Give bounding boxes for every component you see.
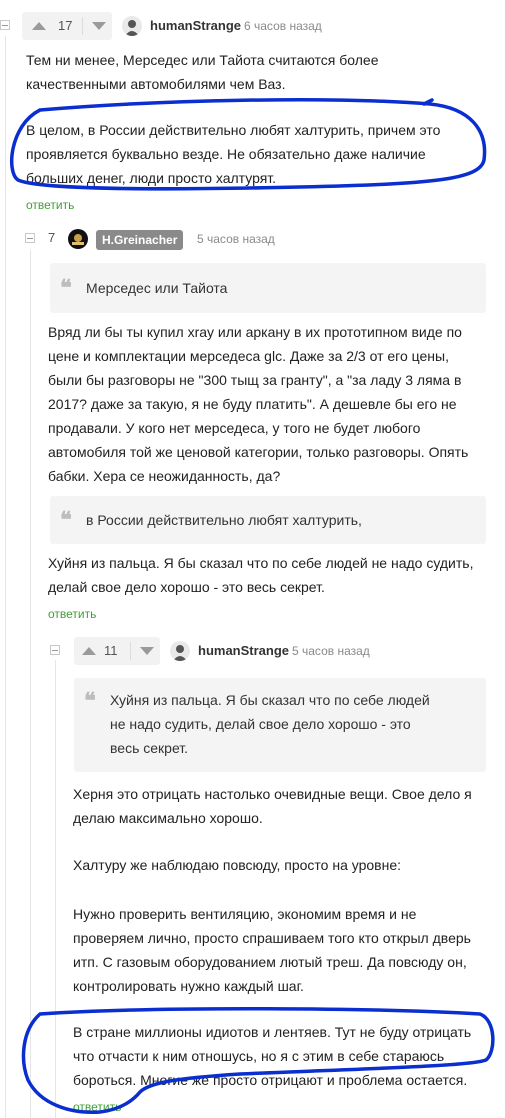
downvote-icon[interactable] bbox=[140, 647, 154, 655]
timestamp[interactable]: 5 часов назад bbox=[197, 232, 275, 246]
quote-text: в России действительно любят халтурить, bbox=[86, 512, 362, 528]
thread-line-level2 bbox=[30, 250, 31, 1118]
collapse-toggle[interactable] bbox=[50, 645, 60, 655]
quote-block: ❝ Мерседес или Тайота bbox=[50, 263, 486, 313]
thread-line-level1 bbox=[5, 36, 6, 1118]
downvote-icon[interactable] bbox=[92, 22, 106, 30]
username[interactable]: humanStrange bbox=[198, 643, 289, 658]
avatar[interactable] bbox=[170, 641, 190, 661]
comment-text: Хуйня из пальца. Я бы сказал что по себе… bbox=[48, 555, 474, 595]
reply-link[interactable]: ответить bbox=[48, 607, 96, 621]
vote-divider bbox=[130, 642, 131, 660]
quote-icon: ❝ bbox=[60, 507, 72, 533]
comment-text: В целом, в России действительно любят ха… bbox=[26, 122, 441, 186]
comment-text: Вряд ли бы ты купил xray или аркану в их… bbox=[48, 324, 469, 484]
reply-link[interactable]: ответить bbox=[73, 1100, 121, 1114]
thread-line-level3 bbox=[55, 660, 56, 1118]
quote-block: ❝ в России действительно любят халтурить… bbox=[50, 496, 486, 544]
upvote-icon[interactable] bbox=[32, 22, 46, 30]
quote-icon: ❝ bbox=[84, 688, 96, 714]
vote-count: 11 bbox=[104, 643, 118, 658]
vote-bar: 11 bbox=[74, 637, 160, 665]
comment-text: Тем ни менее, Мерседес или Тайота считаю… bbox=[26, 52, 379, 92]
upvote-icon[interactable] bbox=[82, 647, 96, 655]
quote-icon: ❝ bbox=[60, 275, 72, 301]
reply-link[interactable]: ответить bbox=[26, 198, 74, 212]
comment-text: Херня это отрицать настолько очевидные в… bbox=[73, 786, 472, 826]
quote-text: Мерседес или Тайота bbox=[86, 280, 228, 296]
vote-count: 17 bbox=[58, 18, 73, 33]
vote-bar: 17 bbox=[22, 12, 112, 40]
quote-text: Хуйня из пальца. Я бы сказал что по себе… bbox=[110, 692, 430, 756]
avatar[interactable] bbox=[68, 229, 88, 249]
comment-text: Нужно проверить вентиляцию, экономим вре… bbox=[73, 906, 471, 994]
collapse-toggle[interactable] bbox=[25, 233, 35, 243]
avatar[interactable] bbox=[122, 16, 142, 36]
vote-count: 7 bbox=[48, 230, 56, 245]
username[interactable]: humanStrange bbox=[150, 18, 241, 33]
timestamp[interactable]: 6 часов назад bbox=[244, 19, 322, 33]
quote-block: ❝ Хуйня из пальца. Я бы сказал что по се… bbox=[74, 678, 486, 772]
comment-text: В стране миллионы идиотов и лентяев. Тут… bbox=[73, 1024, 472, 1088]
username[interactable]: H.Greinacher bbox=[96, 230, 184, 250]
timestamp[interactable]: 5 часов назад bbox=[292, 644, 370, 658]
collapse-toggle[interactable] bbox=[0, 20, 10, 30]
comment-text: Халтуру же наблюдаю повсюду, просто на у… bbox=[73, 857, 402, 873]
vote-divider bbox=[82, 17, 83, 35]
